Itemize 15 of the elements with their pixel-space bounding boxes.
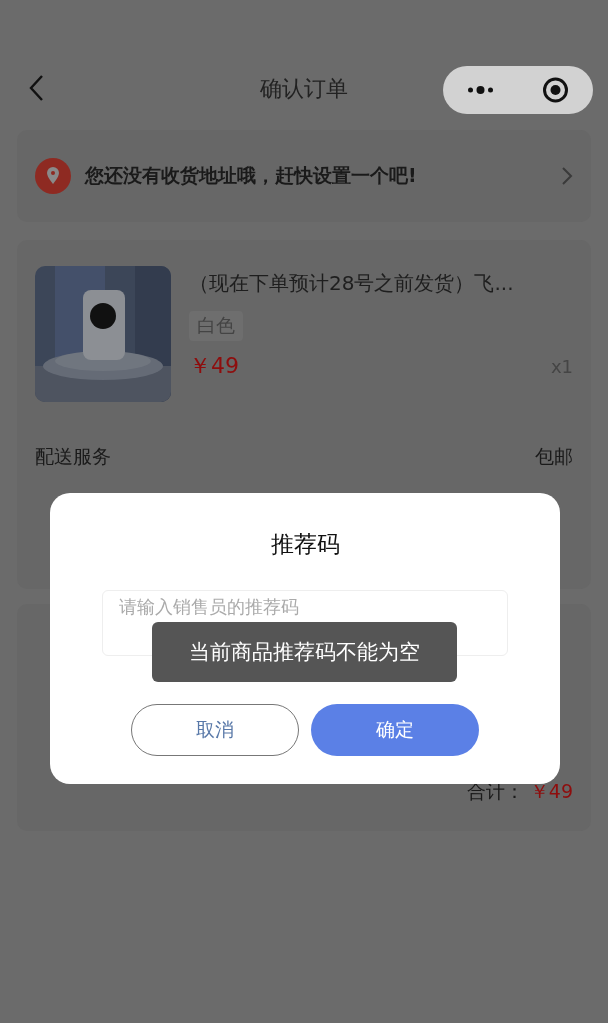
chevron-icon [561, 166, 573, 186]
row-label: 配送服务 [35, 444, 111, 469]
back-icon[interactable] [28, 74, 44, 102]
address-card[interactable]: 您还没有收货地址哦，赶快设置一个吧! [17, 130, 591, 222]
product-price: ￥49 [189, 352, 239, 380]
validation-toast: 当前商品推荐码不能为空 [152, 622, 457, 682]
product-title: （现在下单预计28号之前发货）飞... [189, 270, 515, 297]
location-icon [35, 158, 71, 194]
confirm-button[interactable]: 确定 [311, 704, 479, 756]
page-title: 确认订单 [260, 75, 348, 103]
total-amount: ￥49 [529, 779, 573, 804]
dialog-title: 推荐码 [270, 530, 340, 559]
cancel-button[interactable]: 取消 [131, 704, 299, 756]
address-prompt: 您还没有收货地址哦，赶快设置一个吧! [85, 163, 418, 188]
row-value: 包邮 [535, 444, 573, 469]
